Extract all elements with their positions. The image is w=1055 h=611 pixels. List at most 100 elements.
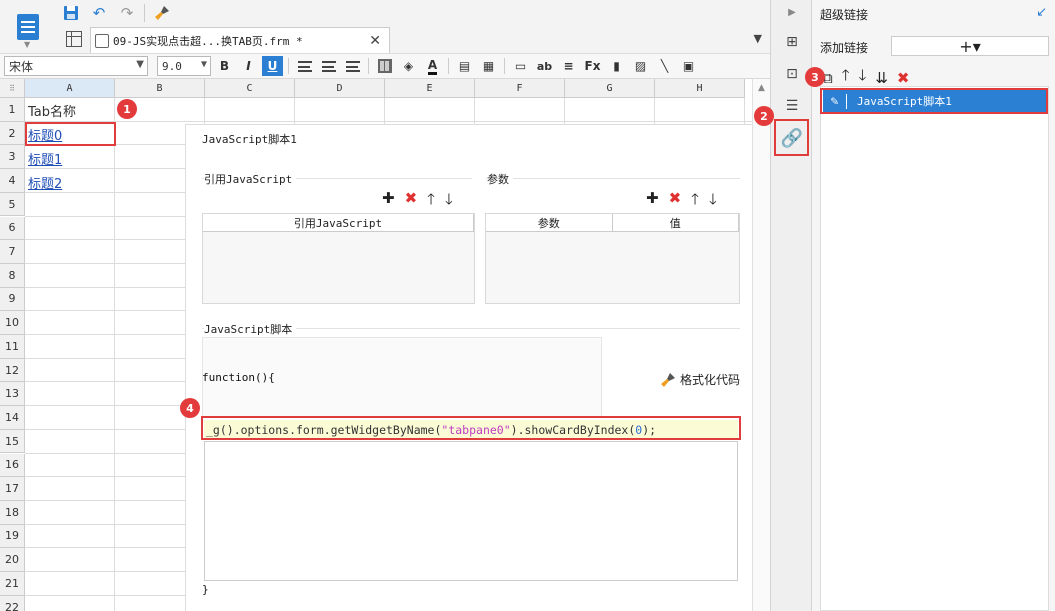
add-link-button[interactable]: +▾ bbox=[891, 36, 1049, 56]
text-color-button[interactable]: A bbox=[422, 56, 443, 76]
annotation-marker-3: 3 bbox=[805, 67, 825, 87]
params-section-label: 参数 bbox=[487, 171, 513, 187]
app-logo-menu[interactable]: ▼ bbox=[0, 0, 55, 54]
row-header[interactable]: 17 bbox=[0, 477, 25, 501]
row-header[interactable]: 21 bbox=[0, 572, 25, 596]
arrow-up-icon[interactable]: 🡑 bbox=[691, 189, 699, 214]
row-header[interactable]: 1 bbox=[0, 98, 25, 122]
delete-icon[interactable]: ✖ bbox=[669, 189, 682, 214]
column-header-f[interactable]: F bbox=[475, 79, 565, 98]
params-table[interactable]: 参数 值 bbox=[485, 213, 740, 304]
ref-javascript-table[interactable]: 引用JavaScript bbox=[202, 213, 475, 304]
sub-report-icon[interactable]: ▣ bbox=[678, 56, 699, 76]
row-header[interactable]: 7 bbox=[0, 240, 25, 264]
arrow-down-icon[interactable]: 🡓 bbox=[445, 189, 453, 214]
scroll-up-icon[interactable]: ▲ bbox=[758, 83, 765, 93]
widget-settings-icon[interactable]: ☰ bbox=[782, 96, 802, 116]
expand-right-icon[interactable]: ▶ bbox=[782, 2, 802, 22]
cell-a1[interactable]: Tab名称 bbox=[28, 101, 76, 120]
vertical-scrollbar[interactable]: ▲ bbox=[752, 79, 770, 611]
column-header-b[interactable]: B bbox=[115, 79, 205, 98]
column-header-e[interactable]: E bbox=[385, 79, 475, 98]
add-icon[interactable]: ✚ bbox=[382, 189, 395, 214]
save-icon[interactable] bbox=[60, 3, 82, 23]
align-left-button[interactable] bbox=[294, 56, 315, 76]
annotation-marker-4: 4 bbox=[180, 398, 200, 418]
align-center-button[interactable] bbox=[318, 56, 339, 76]
row-header[interactable]: 12 bbox=[0, 358, 25, 383]
font-family-value: 宋体 bbox=[9, 59, 34, 74]
row-header[interactable]: 20 bbox=[0, 548, 25, 572]
row-header[interactable]: 5 bbox=[0, 192, 25, 217]
format-code-button[interactable]: 格式化代码 bbox=[660, 371, 740, 388]
row-header[interactable]: 18 bbox=[0, 500, 25, 525]
link-list: ✎ JavaScript脚本1 bbox=[820, 86, 1049, 611]
border-button[interactable] bbox=[374, 56, 395, 76]
delete-icon[interactable]: ✖ bbox=[897, 69, 910, 87]
row-header[interactable]: 3 bbox=[0, 145, 25, 170]
cell-info-icon[interactable]: ⊡ bbox=[782, 64, 802, 84]
font-family-select[interactable]: 宋体 ▼ bbox=[4, 56, 148, 76]
row-header[interactable]: 14 bbox=[0, 406, 25, 430]
cell-a2-link[interactable]: 标题0 bbox=[28, 125, 62, 144]
fill-color-button[interactable]: ◈ bbox=[398, 56, 419, 76]
close-icon[interactable]: ✕ bbox=[369, 33, 381, 49]
row-header[interactable]: 2 bbox=[0, 121, 25, 146]
dialog-title: JavaScript脚本1 bbox=[202, 133, 297, 146]
arrow-up-icon[interactable]: 🡑 bbox=[427, 189, 435, 214]
column-header-d[interactable]: D bbox=[295, 79, 385, 98]
font-size-select[interactable]: 9.0 ▼ bbox=[157, 56, 211, 76]
formula-icon[interactable]: Fx bbox=[582, 56, 603, 76]
row-header[interactable]: 8 bbox=[0, 263, 25, 288]
arrow-down-icon[interactable]: 🡓 bbox=[709, 189, 717, 214]
redo-icon[interactable]: ↷ bbox=[116, 3, 138, 23]
column-header-a[interactable]: A bbox=[25, 79, 115, 98]
link-item-javascript[interactable]: ✎ JavaScript脚本1 bbox=[823, 90, 1047, 112]
document-tab[interactable]: 09-JS实现点击超...换TAB页.frm * ✕ bbox=[90, 27, 390, 53]
cell-attributes-icon[interactable]: ⊞ bbox=[782, 32, 802, 52]
merge-cells-button[interactable]: ▤ bbox=[454, 56, 475, 76]
text-color-icon: A bbox=[427, 58, 438, 75]
tab-list-menu-icon[interactable]: ▼ bbox=[754, 32, 762, 45]
cell-a4-link[interactable]: 标题2 bbox=[28, 173, 62, 192]
delete-icon[interactable]: ✖ bbox=[405, 189, 418, 214]
sort-icon[interactable]: ⇊ bbox=[875, 69, 888, 87]
sheet-grid-icon[interactable] bbox=[66, 31, 82, 47]
ref-actions: ✚ ✖ 🡑 🡓 bbox=[382, 189, 453, 214]
annotation-marker-1: 1 bbox=[117, 99, 137, 119]
column-header-c[interactable]: C bbox=[205, 79, 295, 98]
row-header[interactable]: 4 bbox=[0, 169, 25, 193]
collapse-icon[interactable]: ↙ bbox=[1036, 5, 1047, 20]
row-header[interactable]: 16 bbox=[0, 453, 25, 478]
slash-icon[interactable]: ╲ bbox=[654, 56, 675, 76]
split-cells-button[interactable]: ▦ bbox=[478, 56, 499, 76]
select-all-corner[interactable]: ⠿ bbox=[0, 79, 25, 98]
column-header-g[interactable]: G bbox=[565, 79, 655, 98]
align-right-button[interactable] bbox=[342, 56, 363, 76]
row-header[interactable]: 11 bbox=[0, 335, 25, 359]
row-header[interactable]: 10 bbox=[0, 311, 25, 335]
hyperlink-icon[interactable]: 🔗 bbox=[781, 128, 803, 149]
italic-button[interactable]: I bbox=[238, 56, 259, 76]
column-header-h[interactable]: H bbox=[655, 79, 745, 98]
row-header[interactable]: 6 bbox=[0, 216, 25, 241]
row-header[interactable]: 15 bbox=[0, 429, 25, 454]
row-header[interactable]: 13 bbox=[0, 382, 25, 407]
undo-icon[interactable]: ↶ bbox=[88, 3, 110, 23]
text-field-icon[interactable]: ▭ bbox=[510, 56, 531, 76]
paragraph-icon[interactable]: ≡ bbox=[558, 56, 579, 76]
underline-button[interactable]: U bbox=[262, 56, 283, 76]
cell-a3-link[interactable]: 标题1 bbox=[28, 149, 62, 168]
row-header[interactable]: 9 bbox=[0, 287, 25, 312]
chart-icon[interactable]: ▮ bbox=[606, 56, 627, 76]
brush-icon[interactable] bbox=[151, 3, 173, 23]
image-icon[interactable]: ▨ bbox=[630, 56, 651, 76]
row-header[interactable]: 22 bbox=[0, 595, 25, 611]
row-header[interactable]: 19 bbox=[0, 524, 25, 549]
add-icon[interactable]: ✚ bbox=[646, 189, 659, 214]
code-editor[interactable] bbox=[204, 441, 738, 581]
text-ab-icon[interactable]: ab bbox=[534, 56, 555, 76]
param-actions: ✚ ✖ 🡑 🡓 bbox=[646, 189, 717, 214]
code-line-highlighted[interactable]: _g().options.form.getWidgetByName("tabpa… bbox=[204, 420, 738, 440]
bold-button[interactable]: B bbox=[214, 56, 235, 76]
